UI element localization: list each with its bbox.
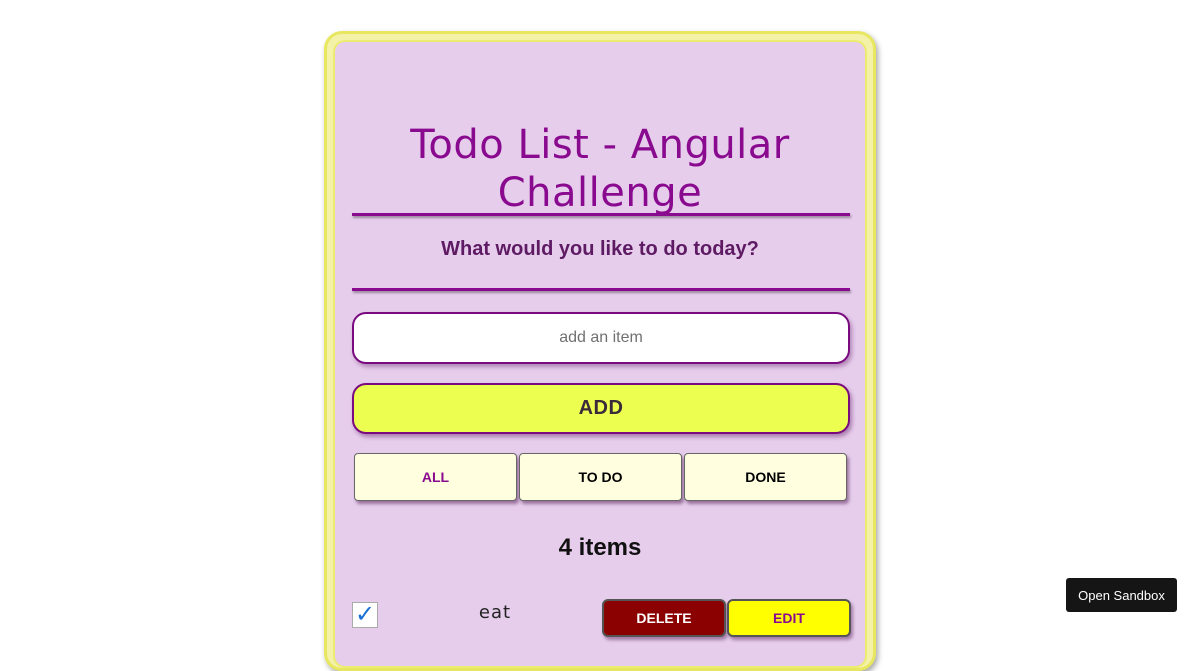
subtitle: What would you like to do today? xyxy=(441,238,759,260)
page-title: Todo List - Angular Challenge xyxy=(410,121,790,216)
todo-item-text: eat xyxy=(478,602,512,623)
delete-button[interactable]: DELETE xyxy=(602,599,726,637)
filter-todo-button[interactable]: TO DO xyxy=(519,453,682,501)
open-sandbox-button[interactable]: Open Sandbox xyxy=(1066,578,1177,612)
divider-bottom xyxy=(352,288,850,291)
todo-card: Todo List - Angular Challenge What would… xyxy=(324,31,876,671)
todo-item: ✓ eat DELETE EDIT xyxy=(352,599,851,639)
item-count: 4 items xyxy=(558,534,642,561)
filter-all-button[interactable]: ALL xyxy=(354,453,517,501)
add-item-input[interactable] xyxy=(352,312,850,364)
filter-bar: ALL TO DO DONE xyxy=(354,453,850,501)
add-button[interactable]: ADD xyxy=(352,383,850,434)
checkmark-icon: ✓ xyxy=(354,601,376,628)
filter-done-button[interactable]: DONE xyxy=(684,453,847,501)
todo-checkbox[interactable]: ✓ xyxy=(352,602,378,628)
todo-card-inner: Todo List - Angular Challenge What would… xyxy=(333,40,867,668)
edit-button[interactable]: EDIT xyxy=(727,599,851,637)
divider-top xyxy=(352,213,850,216)
